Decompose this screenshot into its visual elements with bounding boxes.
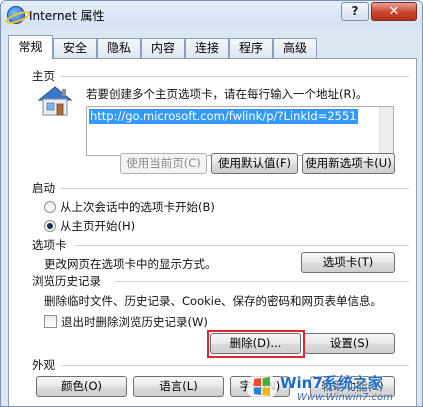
help-button[interactable]: ? (341, 2, 369, 21)
radio-last-session-label: 从上次会话中的选项卡开始(B) (60, 200, 215, 214)
tabs-settings-button[interactable]: 选项卡(T) (301, 252, 395, 273)
history-settings-button[interactable]: 设置(S) (304, 333, 395, 354)
delete-on-exit-label: 退出时删除浏览历史记录(W) (61, 315, 208, 329)
highlight-annotation-box (207, 330, 305, 358)
tab-programs[interactable]: 程序 (229, 38, 273, 58)
homepage-heading: 主页 (32, 69, 55, 83)
delete-on-exit-checkbox[interactable] (44, 315, 57, 328)
use-new-tab-button[interactable]: 使用新选项卡(U) (302, 153, 395, 174)
radio-homepage-label: 从主页开始(H) (60, 219, 136, 233)
watermark-text: Win7系统之家 (280, 374, 383, 392)
tab-connections[interactable]: 连接 (185, 38, 229, 58)
window-title: Internet 属性 (29, 9, 105, 23)
section-divider (75, 245, 409, 246)
windows-logo-icon (247, 372, 277, 402)
homepage-url-text: http://go.microsoft.com/fwlink/p/?LinkId… (89, 109, 358, 124)
section-divider (61, 188, 409, 189)
close-button[interactable]: ✕ (371, 2, 417, 21)
radio-last-session[interactable] (44, 201, 56, 213)
history-heading: 浏览历史记录 (32, 274, 101, 288)
use-current-button[interactable]: 使用当前页(C) (120, 153, 207, 174)
colors-button[interactable]: 颜色(O) (36, 376, 127, 397)
title-bar[interactable]: Internet 属性 ? ✕ (1, 1, 422, 29)
use-default-button[interactable]: 使用默认值(F) (211, 153, 298, 174)
languages-button[interactable]: 语言(L) (133, 376, 224, 397)
homepage-field-scrollbar[interactable] (379, 107, 393, 155)
appearance-heading: 外观 (32, 358, 55, 372)
startup-heading: 启动 (32, 181, 55, 195)
section-divider (61, 365, 409, 366)
tabs-heading: 选项卡 (32, 238, 67, 252)
tab-privacy[interactable]: 隐私 (97, 38, 141, 58)
tab-advanced[interactable]: 高级 (273, 38, 317, 58)
watermark-url: Www.Winwin7.com (297, 392, 393, 403)
radio-homepage[interactable] (44, 220, 56, 232)
history-description: 删除临时文件、历史记录、Cookie、保存的密码和网页表单信息。 (44, 294, 383, 308)
section-divider (115, 281, 409, 282)
internet-properties-dialog: Internet 属性 ? ✕ 常规 安全 隐私 内容 连接 程序 高级 主页 … (0, 0, 423, 407)
tab-general[interactable]: 常规 (8, 35, 53, 59)
tab-security[interactable]: 安全 (53, 38, 97, 58)
section-divider (61, 76, 409, 77)
tab-content[interactable]: 内容 (141, 38, 185, 58)
general-tab-panel: 主页 若要创建多个主页选项卡，请在每行输入一个地址(R)。 http://go.… (8, 58, 417, 406)
house-icon (37, 86, 73, 116)
watermark: Win7系统之家 Www.Winwin7.com (245, 370, 417, 406)
tabs-description: 更改网页在选项卡中的显示方式。 (44, 257, 217, 271)
homepage-url-field[interactable]: http://go.microsoft.com/fwlink/p/?LinkId… (86, 106, 394, 156)
homepage-instruction: 若要创建多个主页选项卡，请在每行输入一个地址(R)。 (86, 87, 368, 101)
internet-explorer-icon (7, 6, 25, 24)
